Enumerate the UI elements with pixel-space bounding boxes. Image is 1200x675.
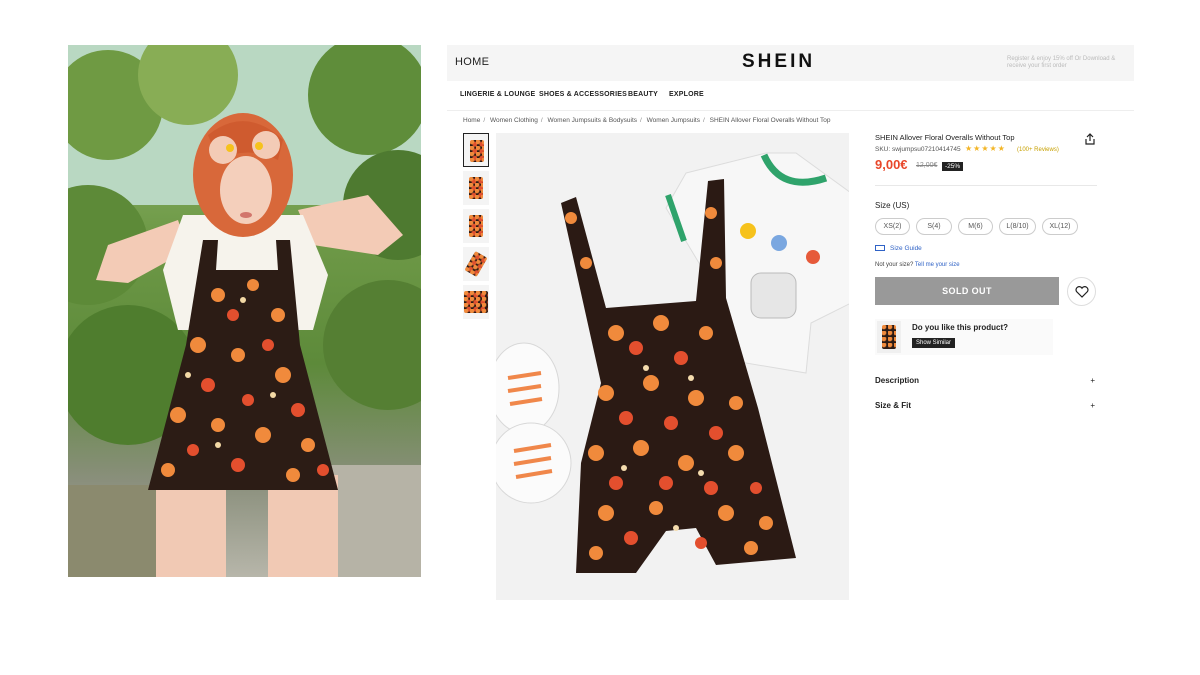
nav-item-beauty[interactable]: BEAUTY [628, 91, 658, 98]
product-sku: SKU: swjumpsu07210414745 [875, 146, 961, 153]
breadcrumb-item[interactable]: Women Clothing [490, 117, 538, 124]
product-title: SHEIN Allover Floral Overalls Without To… [875, 133, 1015, 142]
main-product-image[interactable] [496, 133, 849, 600]
breadcrumb-item[interactable]: Women Jumpsuits & Bodysuits [548, 117, 637, 124]
lifestyle-illustration [68, 45, 421, 577]
size-fit-label: Size & Fit [875, 401, 912, 410]
size-selector: XS(2) S(4) M(6) L(8/10) XL(12) [875, 218, 1101, 236]
top-bar: HOME SHEIN Register & enjoy 15% off Or D… [447, 45, 1134, 81]
breadcrumb-item[interactable]: Women Jumpsuits [647, 117, 700, 124]
thumbnail[interactable] [463, 285, 489, 319]
nav-item-shoes-accessories[interactable]: SHOES & ACCESSORIES [539, 91, 627, 98]
product-page-screenshot: HOME SHEIN Register & enjoy 15% off Or D… [447, 45, 1134, 600]
size-help: Not your size? Tell me your size [875, 262, 960, 268]
thumbnail-strip [463, 133, 491, 323]
original-price: 12,00€ [916, 162, 938, 169]
category-nav: LINGERIE & LOUNGE SHOES & ACCESSORIES BE… [447, 81, 1134, 111]
thumbnail[interactable] [463, 209, 489, 243]
lifestyle-photo [68, 45, 421, 577]
like-prompt: Do you like this product? [912, 323, 1009, 332]
sale-price: 9,00€ [875, 157, 908, 172]
divider [875, 185, 1097, 186]
description-label: Description [875, 376, 920, 385]
size-fit-accordion[interactable]: Size & Fit + [875, 401, 1097, 410]
nav-item-explore[interactable]: EXPLORE [669, 91, 704, 98]
size-option-m[interactable]: M(6) [958, 218, 993, 235]
promo-banner-text[interactable]: Register & enjoy 15% off Or Download & r… [1007, 56, 1132, 70]
thumbnail[interactable] [463, 247, 489, 281]
size-option-l[interactable]: L(8/10) [999, 218, 1036, 235]
description-accordion[interactable]: Description + [875, 376, 1097, 385]
product-image-illustration [496, 152, 849, 573]
breadcrumb: Home / Women Clothing / Women Jumpsuits & … [463, 117, 831, 124]
thumbnail[interactable] [463, 133, 489, 167]
reviews-link[interactable]: (100+ Reviews) [1017, 147, 1059, 153]
size-label: Size (US) [875, 201, 910, 210]
expand-icon: + [1090, 401, 1095, 410]
show-similar-button[interactable]: Show Similar [912, 338, 956, 348]
ruler-icon [875, 245, 885, 252]
similar-products-prompt: Do you like this product? Show Similar [875, 319, 1053, 355]
share-icon[interactable] [1084, 133, 1096, 145]
rating-stars: ★★★★★ [965, 144, 1006, 153]
sold-out-button[interactable]: SOLD OUT [875, 277, 1059, 305]
tell-me-size-link[interactable]: Tell me your size [915, 262, 960, 268]
similar-product-thumbnail [877, 321, 901, 353]
size-guide-link[interactable]: Size Guide [875, 245, 922, 252]
wishlist-button[interactable] [1067, 277, 1096, 306]
breadcrumb-current: SHEIN Allover Floral Overalls Without To… [709, 117, 831, 124]
size-option-s[interactable]: S(4) [916, 218, 952, 235]
nav-item-lingerie[interactable]: LINGERIE & LOUNGE [460, 91, 535, 98]
expand-icon: + [1090, 376, 1095, 385]
breadcrumb-item[interactable]: Home [463, 117, 480, 124]
size-guide-label: Size Guide [890, 245, 922, 252]
brand-logo[interactable]: SHEIN [742, 51, 815, 73]
size-option-xs[interactable]: XS(2) [875, 218, 910, 235]
size-option-xl[interactable]: XL(12) [1042, 218, 1078, 235]
discount-badge: -25% [942, 162, 964, 171]
not-your-size-text: Not your size? [875, 262, 914, 268]
thumbnail[interactable] [463, 171, 489, 205]
heart-icon [1075, 286, 1089, 298]
home-link[interactable]: HOME [455, 56, 489, 68]
